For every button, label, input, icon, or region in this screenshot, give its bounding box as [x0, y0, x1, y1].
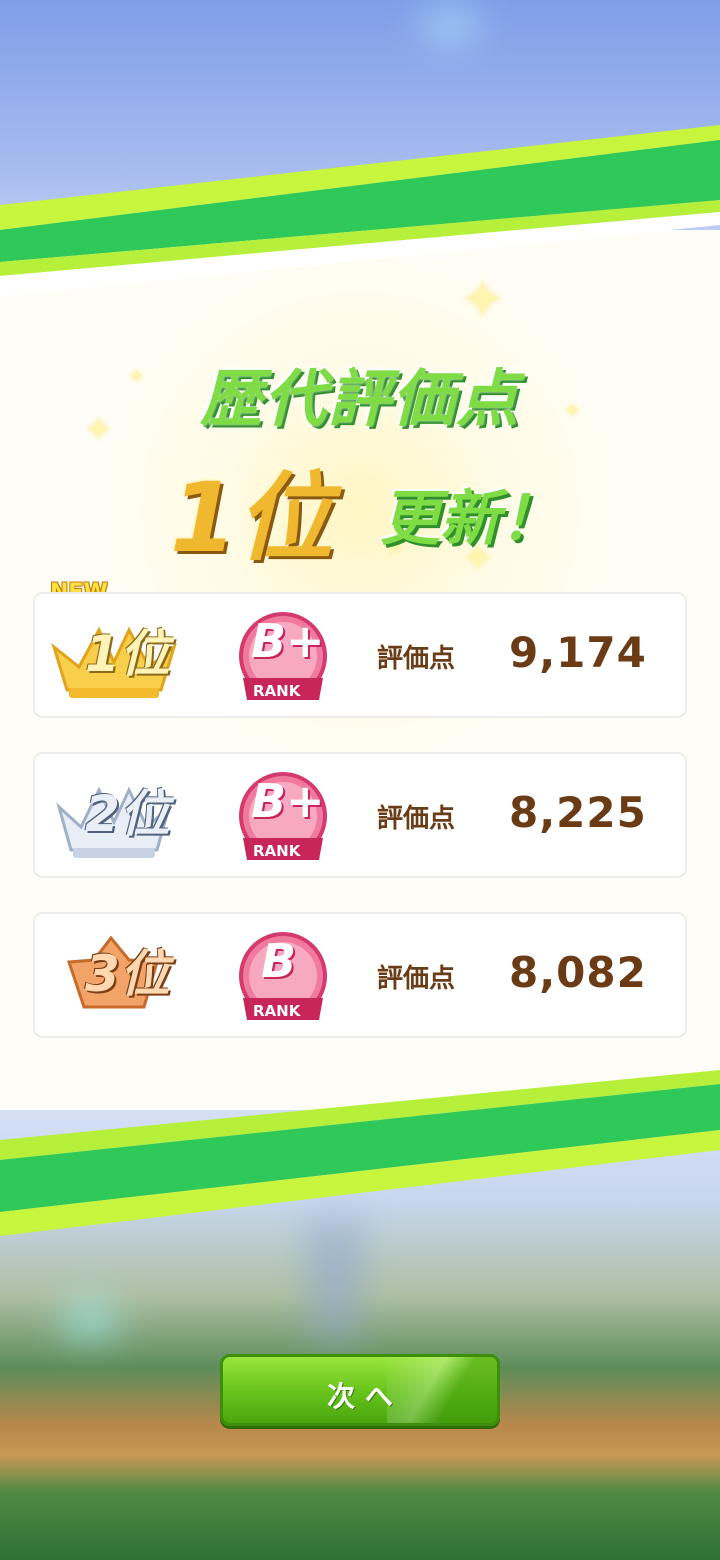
score-value: 8,082: [509, 948, 647, 997]
grade-sub: RANK: [253, 682, 301, 700]
title-rank: 1位: [170, 462, 333, 574]
next-button-label: 次 へ: [327, 1380, 393, 1413]
ranking-row-3: 3位 B RANK 評価点 8,082: [33, 912, 687, 1038]
grade-sub: RANK: [253, 1002, 301, 1020]
score-value: 9,174: [509, 628, 647, 677]
ranking-row-2: 2位 B+ RANK 評価点 8,225: [33, 752, 687, 878]
score-label: 評価点: [377, 804, 456, 834]
grade-letter: B+: [251, 614, 325, 668]
score-value: 8,225: [509, 788, 647, 837]
title-all-time-score: 歴代評価点: [199, 362, 520, 435]
rank-label: 1位: [85, 625, 170, 683]
title-updated: 更新！: [380, 484, 560, 554]
score-label: 評価点: [377, 644, 456, 674]
rank-label: 3位: [85, 945, 170, 1003]
next-button[interactable]: 次 へ: [220, 1354, 500, 1426]
grade-letter: B: [261, 934, 297, 988]
ranking-row-1: 1位 B+ RANK 評価点 9,174: [33, 592, 687, 718]
sparkle-icon: ✦: [460, 268, 506, 331]
rank-label: 2位: [85, 785, 170, 843]
score-label: 評価点: [377, 964, 456, 994]
grade-sub: RANK: [253, 842, 301, 860]
grade-letter: B+: [251, 774, 325, 828]
